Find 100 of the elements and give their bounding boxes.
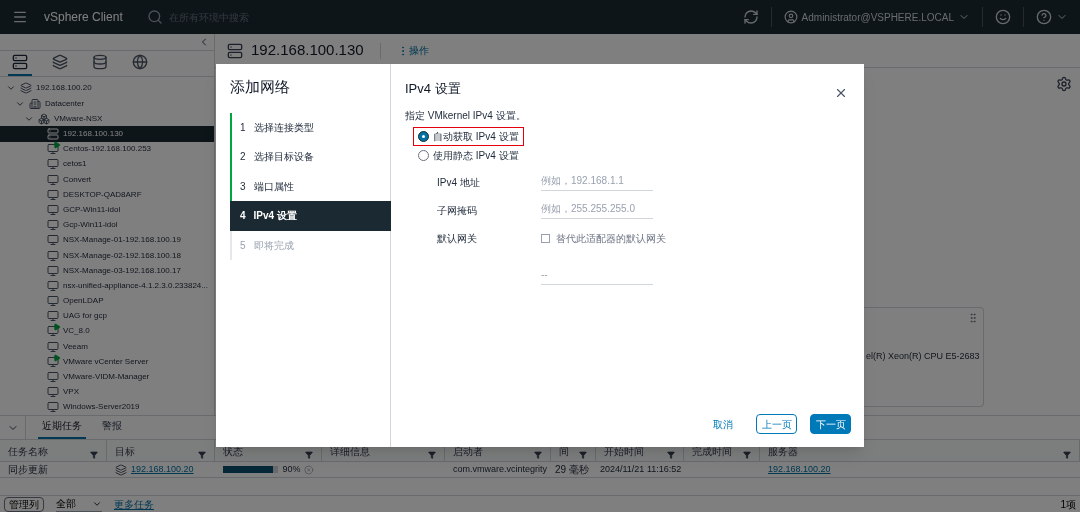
menu-icon[interactable]: [12, 9, 28, 25]
wizard-step[interactable]: 1 选择连接类型: [230, 112, 390, 142]
tree-item[interactable]: NSX-Manage-02-192.168.100.18: [0, 247, 214, 264]
tree-item[interactable]: nsx-unified-appliance-4.1.2.3.0.233824...: [0, 278, 214, 294]
text-field[interactable]: 例如，192.168.1.1: [541, 173, 653, 191]
server-icon: [47, 128, 59, 141]
object-title: 192.168.100.130: [251, 40, 364, 61]
tree-item[interactable]: VC_8.0: [0, 323, 214, 340]
manage-columns-button[interactable]: 管理列: [4, 496, 44, 512]
table-cell: 29 毫秒: [555, 463, 589, 475]
radio-option[interactable]: 使用静态 IPv4 设置: [413, 146, 524, 165]
column-header: 开始时间: [604, 445, 644, 459]
gateway-field[interactable]: --: [541, 267, 653, 285]
filter-icon[interactable]: [579, 451, 587, 459]
search-icon[interactable]: [146, 9, 163, 25]
filter-icon[interactable]: [198, 451, 206, 459]
close-icon: [834, 86, 848, 100]
next-button[interactable]: 下一页: [810, 414, 851, 434]
cancel-button[interactable]: 取消: [702, 414, 743, 434]
vm-icon: [47, 386, 59, 399]
settings-icon[interactable]: [1056, 76, 1072, 92]
tree-item[interactable]: Veeam: [0, 339, 214, 355]
vm-icon: [47, 143, 59, 156]
more-tasks-link[interactable]: 更多任务: [114, 496, 154, 512]
field-label: 子网掩码: [437, 203, 478, 218]
back-button[interactable]: 上一页: [756, 414, 797, 434]
wizard-step[interactable]: 2 选择目标设备: [230, 142, 390, 172]
wizard-step[interactable]: 4 IPv4 设置: [230, 201, 391, 231]
tree-item[interactable]: cetos1: [0, 156, 214, 172]
cluster-icon: [38, 112, 50, 125]
tree-item[interactable]: VMware vCenter Server: [0, 354, 214, 370]
override-gateway-checkbox[interactable]: 替代此适配器的默认网关: [541, 230, 666, 246]
field-label: 默认网关: [437, 231, 478, 246]
wizard-step: 5 即将完成: [230, 230, 390, 260]
tree-item[interactable]: OpenLDAP: [0, 293, 214, 309]
tree-item[interactable]: 192.168.100.20: [0, 80, 214, 97]
tree-item[interactable]: Centos-192.168.100.253: [0, 141, 214, 157]
page-title: IPv4 设置: [405, 80, 461, 99]
app-title: vSphere Client: [44, 9, 123, 26]
cpu-model: el(R) Xeon(R) CPU E5-2683: [866, 350, 980, 364]
column-header: 完成时间: [692, 445, 732, 459]
vm-icon: [47, 188, 59, 201]
filter-icon[interactable]: [305, 451, 313, 459]
feedback-icon[interactable]: [995, 9, 1011, 25]
filter-icon[interactable]: [90, 451, 98, 459]
vcenter-icon: [115, 463, 127, 476]
tree-item[interactable]: Datacenter: [0, 96, 214, 112]
vm-icon: [47, 264, 59, 277]
vm-icon: [47, 371, 59, 384]
radio-button[interactable]: [418, 150, 429, 161]
vm-icon: [47, 340, 59, 353]
text-field[interactable]: 例如，255.255.255.0: [541, 201, 653, 219]
table-cell: com.vmware.vcintegrity: [453, 463, 548, 474]
filter-icon[interactable]: [534, 451, 542, 459]
column-header: 启动者: [453, 445, 483, 459]
tree-item[interactable]: VMware-VIDM-Manager: [0, 369, 214, 385]
column-header: 详细信息: [330, 445, 370, 459]
tree-item[interactable]: GCP-Win11-idol: [0, 202, 214, 218]
filter-icon[interactable]: [667, 451, 675, 459]
dialog-title: 添加网络: [230, 77, 291, 97]
server-icon: [227, 42, 243, 59]
tree-item[interactable]: DESKTOP-QAD8ARF: [0, 187, 214, 203]
vm-icon: [47, 325, 59, 338]
vm-icon: [47, 279, 59, 292]
tree-item[interactable]: 192.168.100.130: [0, 126, 214, 142]
table-cell: 2024/11/21 11:16:52: [600, 463, 682, 474]
drag-handle-icon[interactable]: [967, 312, 979, 324]
column-header: 状态: [223, 445, 243, 459]
radio-button[interactable]: [418, 131, 429, 142]
tree-item[interactable]: NSX-Manage-01-192.168.100.19: [0, 232, 214, 248]
target-link[interactable]: 192.168.100.20: [131, 462, 194, 477]
filter-icon[interactable]: [1063, 451, 1071, 459]
refresh-icon[interactable]: [742, 9, 759, 25]
vm-icon: [47, 203, 59, 216]
tree-item[interactable]: Windows-Server2019: [0, 399, 214, 415]
tree-item[interactable]: UAG for gcp: [0, 308, 214, 324]
vm-icon: [47, 295, 59, 308]
vm-icon: [47, 310, 59, 323]
radio-option[interactable]: 自动获取 IPv4 设置: [413, 127, 524, 146]
vm-icon: [47, 355, 59, 368]
tree-item[interactable]: VPX: [0, 384, 214, 400]
filter-dropdown[interactable]: 全部: [56, 496, 102, 512]
tree-item[interactable]: Gcp-Win11-idol: [0, 217, 214, 233]
filter-icon[interactable]: [743, 451, 751, 459]
vm-icon: [47, 249, 59, 262]
server-link[interactable]: 192.168.100.20: [760, 462, 839, 477]
vm-icon: [47, 234, 59, 247]
table-cell-text: 90%: [282, 462, 301, 476]
user-menu[interactable]: Administrator@VSPHERE.LOCAL: [771, 9, 982, 25]
column-header: 服务器: [768, 445, 798, 459]
panel-tab[interactable]: 警报: [98, 418, 126, 439]
hosts-view-tab[interactable]: [8, 53, 32, 76]
tree-item[interactable]: VMware-NSX: [0, 111, 214, 127]
tree-item[interactable]: Convert: [0, 172, 214, 188]
item-count: 1项: [1060, 497, 1076, 512]
tree-item[interactable]: NSX-Manage-03-192.168.100.17: [0, 263, 214, 279]
vm-icon: [47, 173, 59, 186]
actions-menu[interactable]: 操作: [396, 43, 429, 58]
filter-icon[interactable]: [428, 451, 436, 459]
column-header: 间: [559, 445, 569, 459]
